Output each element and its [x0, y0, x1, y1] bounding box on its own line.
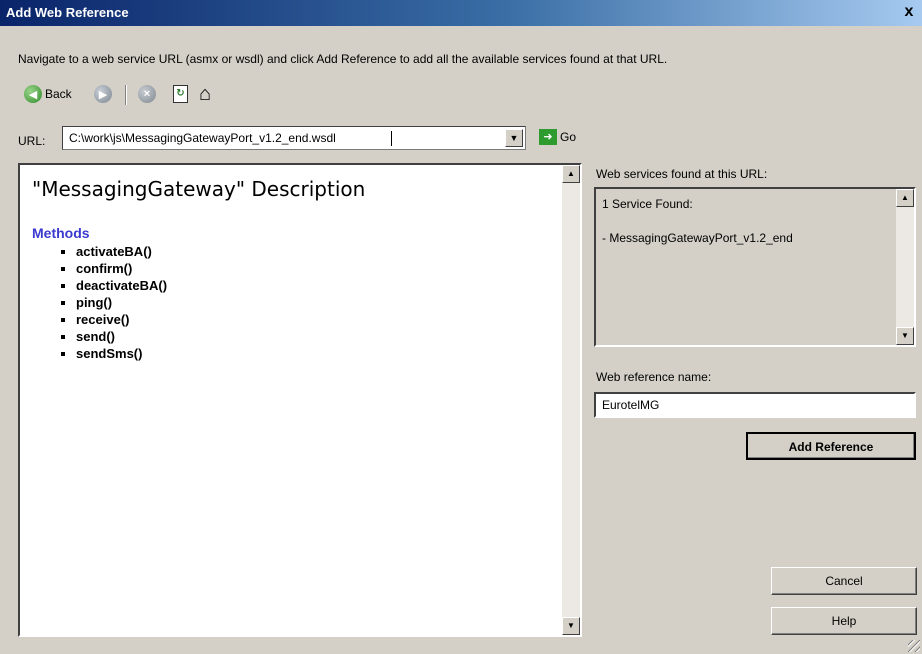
stop-button[interactable]: × — [138, 82, 156, 106]
instruction-text: Navigate to a web service URL (asmx or w… — [18, 52, 668, 66]
service-description-heading: "MessagingGateway" Description — [32, 177, 366, 201]
go-label: Go — [560, 130, 577, 144]
url-value: C:\work\js\MessagingGatewayPort_v1.2_end… — [69, 131, 336, 145]
back-label: Back — [45, 87, 72, 101]
forward-button[interactable]: ▶ — [94, 82, 112, 106]
web-reference-name-label: Web reference name: — [596, 370, 712, 384]
home-button[interactable]: ⌂ — [199, 82, 211, 106]
refresh-button[interactable]: ↻ — [173, 82, 188, 106]
description-scrollbar[interactable]: ▲ ▼ — [562, 165, 580, 635]
services-scrollbar[interactable]: ▲ ▼ — [896, 189, 914, 345]
methods-list: activateBA() confirm() deactivateBA() pi… — [32, 243, 548, 362]
method-item[interactable]: receive() — [76, 311, 548, 328]
services-count: 1 Service Found: — [602, 197, 693, 211]
method-item[interactable]: activateBA() — [76, 243, 548, 260]
title-bar: Add Web Reference x — [0, 0, 922, 26]
url-label: URL: — [18, 134, 46, 148]
close-icon[interactable]: x — [900, 3, 918, 21]
stop-icon: × — [138, 85, 156, 103]
services-found-list[interactable]: 1 Service Found: - MessagingGatewayPort_… — [594, 187, 916, 347]
resize-grip-icon[interactable] — [908, 640, 920, 652]
methods-heading: Methods — [32, 225, 90, 241]
service-item[interactable]: - MessagingGatewayPort_v1.2_end — [602, 231, 892, 245]
back-icon: ◀ — [24, 85, 42, 103]
method-item[interactable]: send() — [76, 328, 548, 345]
home-icon: ⌂ — [199, 83, 212, 105]
web-reference-name-input[interactable]: EurotelMG — [594, 392, 916, 418]
method-item[interactable]: deactivateBA() — [76, 277, 548, 294]
add-reference-button[interactable]: Add Reference — [746, 432, 916, 460]
go-icon: ➜ — [539, 129, 557, 145]
cancel-button[interactable]: Cancel — [771, 567, 917, 595]
help-button[interactable]: Help — [771, 607, 917, 635]
refresh-icon: ↻ — [173, 85, 188, 103]
method-item[interactable]: ping() — [76, 294, 548, 311]
method-item[interactable]: sendSms() — [76, 345, 548, 362]
scroll-down-icon[interactable]: ▼ — [562, 617, 580, 635]
scroll-up-icon[interactable]: ▲ — [562, 165, 580, 183]
window-title: Add Web Reference — [6, 5, 129, 20]
toolbar-separator — [125, 85, 126, 105]
service-description-pane[interactable]: "MessagingGateway" Description Methods a… — [18, 163, 582, 637]
text-caret — [391, 131, 392, 146]
scroll-up-icon[interactable]: ▲ — [896, 189, 914, 207]
method-item[interactable]: confirm() — [76, 260, 548, 277]
forward-icon: ▶ — [94, 85, 112, 103]
url-input[interactable]: C:\work\js\MessagingGatewayPort_v1.2_end… — [62, 126, 526, 150]
back-button[interactable]: ◀ Back — [24, 82, 72, 106]
go-button[interactable]: ➜ Go — [539, 129, 576, 145]
services-found-label: Web services found at this URL: — [596, 167, 768, 181]
scroll-down-icon[interactable]: ▼ — [896, 327, 914, 345]
dropdown-arrow-icon[interactable]: ▼ — [505, 129, 523, 147]
